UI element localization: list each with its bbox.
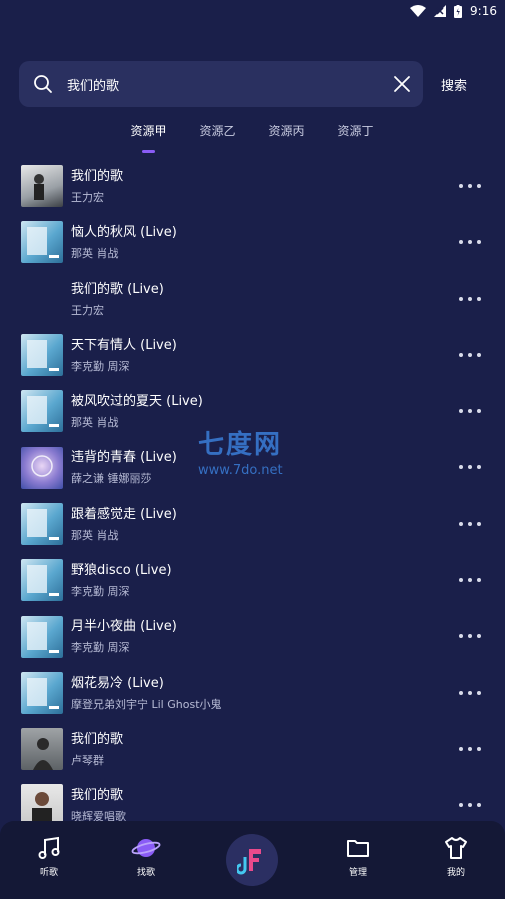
- status-bar: 9:16: [0, 0, 505, 22]
- song-artist: 那英 肖战: [71, 416, 119, 430]
- tab-source-a[interactable]: 资源甲: [114, 122, 183, 154]
- song-title: 被风吹过的夏天 (Live): [71, 394, 203, 410]
- search-row: 搜索: [19, 61, 489, 107]
- nav-item-find[interactable]: 找歌: [116, 835, 176, 878]
- nav-label: 找歌: [136, 868, 155, 878]
- song-row[interactable]: 我们的歌 (Live) 王力宏: [0, 271, 505, 327]
- nav-label: 听歌: [39, 868, 58, 878]
- wifi-icon: [410, 5, 427, 17]
- song-title: 我们的歌: [71, 788, 124, 804]
- song-title: 野狼disco (Live): [71, 563, 172, 579]
- album-cover: [21, 671, 63, 714]
- signal-icon: [434, 5, 447, 17]
- nav-label: 管理: [348, 868, 367, 878]
- nav-label: 我的: [446, 868, 465, 878]
- song-artist: 王力宏: [71, 303, 104, 317]
- album-cover: [21, 390, 63, 433]
- tab-indicator: [142, 150, 155, 153]
- song-title: 月半小夜曲 (Live): [71, 619, 177, 635]
- album-cover: [21, 559, 63, 602]
- more-button[interactable]: [459, 795, 481, 815]
- search-icon: [34, 75, 52, 93]
- song-title: 我们的歌: [71, 731, 124, 747]
- song-artist: 王力宏: [71, 191, 104, 204]
- song-row[interactable]: 烟花易冷 (Live) 摩登兄弟刘宇宁 Lil Ghost小鬼: [0, 665, 505, 721]
- album-cover: [21, 446, 63, 489]
- song-artist: 那英 肖战: [71, 528, 119, 542]
- tab-label: 资源丙: [268, 124, 305, 138]
- search-input[interactable]: [67, 76, 391, 92]
- song-title: 恼人的秋风 (Live): [71, 225, 177, 241]
- song-artist: 卢琴群: [71, 753, 104, 767]
- album-cover: [21, 615, 63, 658]
- song-row[interactable]: 恼人的秋风 (Live) 那英 肖战: [0, 214, 505, 270]
- song-artist: 李克勤 周深: [71, 641, 130, 655]
- watermark: 七度网 www.7do.net: [198, 424, 283, 478]
- music-note-icon: [38, 836, 60, 859]
- song-title: 我们的歌: [71, 169, 124, 184]
- tab-source-d[interactable]: 资源丁: [321, 122, 390, 154]
- tab-source-c[interactable]: 资源丙: [252, 122, 321, 154]
- planet-icon: [131, 839, 161, 857]
- song-row[interactable]: 我们的歌 卢琴群: [0, 721, 505, 777]
- center-app-button[interactable]: [226, 834, 278, 886]
- more-button[interactable]: [459, 345, 481, 365]
- song-title: 跟着感觉走 (Live): [71, 506, 177, 522]
- song-title: 天下有情人 (Live): [71, 337, 177, 353]
- more-button[interactable]: [459, 289, 481, 309]
- search-button[interactable]: 搜索: [441, 75, 467, 94]
- nav-item-me[interactable]: 我的: [426, 835, 486, 878]
- watermark-title: 七度网: [198, 430, 283, 460]
- tab-label: 资源乙: [199, 124, 236, 138]
- battery-icon: [454, 4, 463, 18]
- more-button[interactable]: [459, 683, 481, 703]
- nav-item-manage[interactable]: 管理: [328, 835, 388, 878]
- more-button[interactable]: [459, 176, 481, 196]
- song-artist: 摩登兄弟刘宇宁 Lil Ghost小鬼: [71, 697, 222, 711]
- song-list: 我们的歌 王力宏 恼人的秋风 (Live) 那英 肖战 我们的歌 (Live) 王力宏…: [0, 158, 505, 834]
- bottom-nav: 听歌 找歌 管理 我的: [0, 821, 505, 899]
- app-logo-icon: [237, 849, 261, 875]
- song-row[interactable]: 野狼disco (Live) 李克勤 周深: [0, 552, 505, 608]
- song-row[interactable]: 月半小夜曲 (Live) 李克勤 周深: [0, 608, 505, 664]
- album-cover: [21, 221, 63, 264]
- tab-label: 资源甲: [130, 124, 167, 138]
- song-title: 烟花易冷 (Live): [71, 675, 164, 691]
- song-row[interactable]: 我们的歌 王力宏: [0, 158, 505, 214]
- more-button[interactable]: [459, 514, 481, 534]
- song-row[interactable]: 天下有情人 (Live) 李克勤 周深: [0, 327, 505, 383]
- song-title: 我们的歌 (Live): [71, 281, 164, 297]
- more-button[interactable]: [459, 626, 481, 646]
- watermark-url: www.7do.net: [198, 463, 283, 478]
- search-box[interactable]: [19, 61, 423, 107]
- song-artist: 那英 肖战: [71, 247, 119, 261]
- nav-item-listen[interactable]: 听歌: [19, 835, 79, 878]
- song-row[interactable]: 跟着感觉走 (Live) 那英 肖战: [0, 496, 505, 552]
- more-button[interactable]: [459, 570, 481, 590]
- album-cover: [21, 334, 63, 377]
- album-cover: [21, 165, 63, 208]
- more-button[interactable]: [459, 457, 481, 477]
- more-button[interactable]: [459, 401, 481, 421]
- clear-icon[interactable]: [391, 73, 413, 95]
- album-cover: [21, 728, 63, 771]
- tab-source-b[interactable]: 资源乙: [183, 122, 252, 154]
- album-cover: [21, 502, 63, 545]
- more-button[interactable]: [459, 232, 481, 252]
- more-button[interactable]: [459, 739, 481, 759]
- song-artist: 李克勤 周深: [71, 359, 130, 373]
- song-artist: 李克勤 周深: [71, 585, 130, 599]
- song-title: 违背的青春 (Live): [71, 450, 177, 466]
- status-time: 9:16: [470, 4, 497, 18]
- folder-icon: [347, 840, 369, 857]
- source-tabs: 资源甲 资源乙 资源丙 资源丁: [114, 122, 390, 154]
- tab-label: 资源丁: [337, 124, 374, 138]
- song-artist: 薛之谦 锤娜丽莎: [71, 472, 152, 486]
- tshirt-icon: [445, 837, 467, 859]
